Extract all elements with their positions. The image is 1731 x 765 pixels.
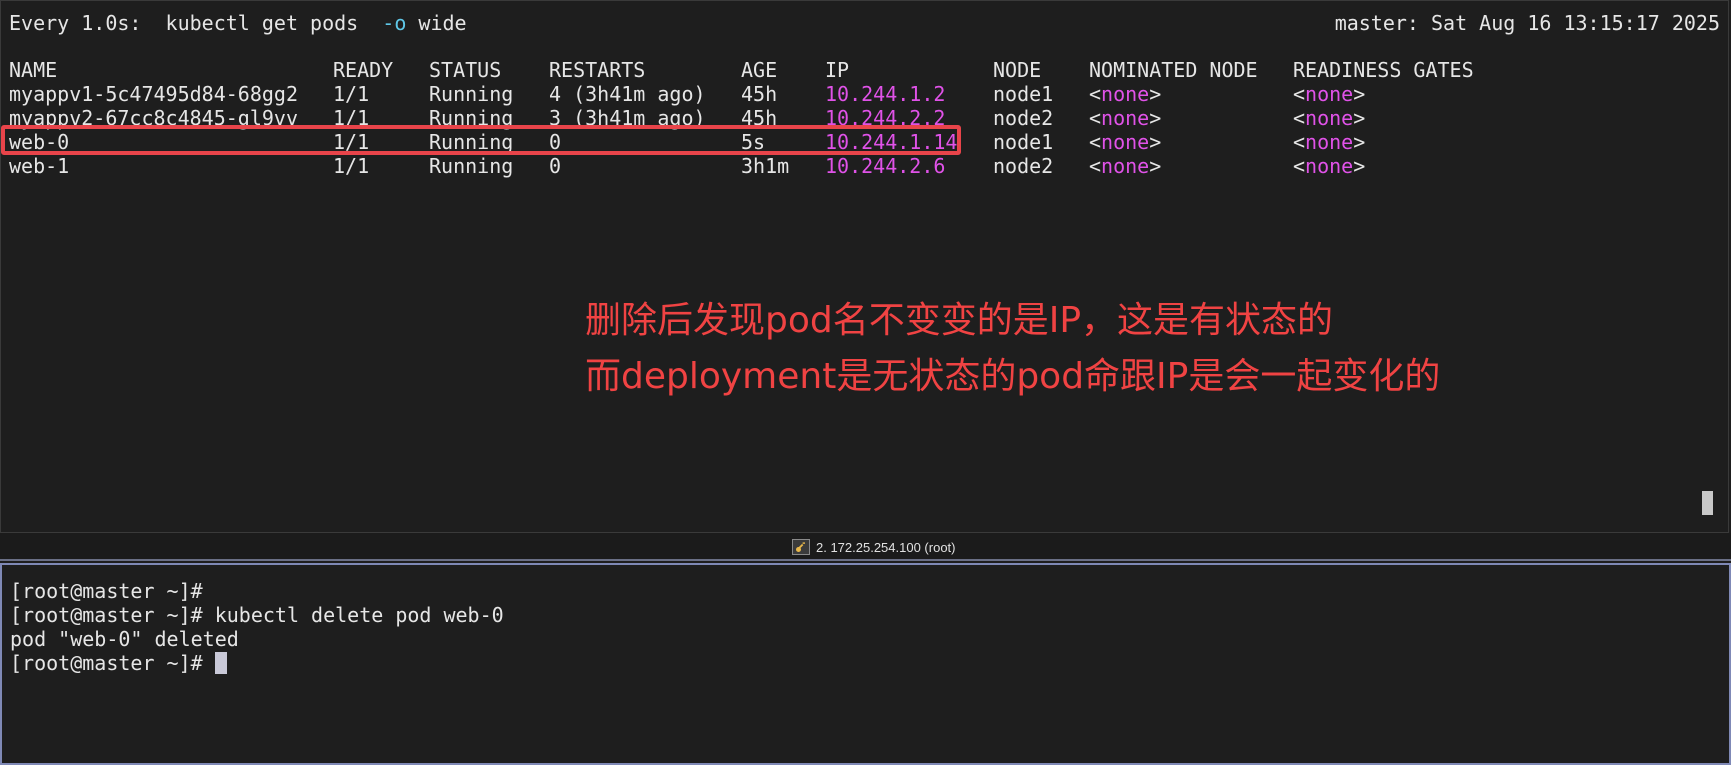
column-header-node: NODE bbox=[993, 58, 1042, 82]
shell-output: pod "web-0" deleted bbox=[10, 627, 239, 651]
session-label: 2. 172.25.254.100 (root) bbox=[816, 539, 956, 555]
shell-prompt: [root@master ~]# bbox=[10, 603, 203, 627]
watch-header: Every 1.0s: kubectl get pods -o wide bbox=[9, 11, 467, 35]
none-value: none bbox=[1101, 82, 1150, 106]
column-header-ready: READY bbox=[333, 58, 394, 82]
shell-command bbox=[203, 651, 215, 675]
none-value: none bbox=[1305, 130, 1354, 154]
shell-prompt: [root@master ~]# bbox=[10, 651, 203, 675]
cell-node: node2 bbox=[993, 106, 1054, 130]
column-header-nominated-node: NOMINATED NODE bbox=[1089, 58, 1258, 82]
none-value: none bbox=[1101, 130, 1150, 154]
shell-prompt: [root@master ~]# bbox=[10, 579, 203, 603]
watch-pane[interactable]: Every 1.0s: kubectl get pods -o wide mas… bbox=[0, 0, 1729, 533]
cell-readiness-gates: <none> bbox=[1293, 82, 1366, 106]
none-value: none bbox=[1101, 154, 1150, 178]
cell-readiness-gates: <none> bbox=[1293, 130, 1366, 154]
column-header-readiness-gates: READINESS GATES bbox=[1293, 58, 1474, 82]
shell-line: [root@master ~]# bbox=[10, 579, 203, 603]
cell-restarts: 4 (3h41m ago) bbox=[549, 82, 706, 106]
cell-readiness-gates: <none> bbox=[1293, 106, 1366, 130]
watch-host-time: master: Sat Aug 16 13:15:17 2025 bbox=[1334, 11, 1720, 35]
shell-command: kubectl delete pod web-0 bbox=[202, 603, 504, 627]
text-cursor[interactable] bbox=[214, 652, 227, 674]
cell-name: myappv1-5c47495d84-68gg2 bbox=[9, 82, 298, 106]
table-row: web-1 1/1 Running 0 3h1m 10.244.2.6 node2 <none… bbox=[9, 154, 1709, 178]
table-row: myappv1-5c47495d84-68gg2 1/1 Running 4 (3h4… bbox=[9, 82, 1709, 106]
highlight-box bbox=[1, 125, 961, 155]
cell-ip: 10.244.2.6 bbox=[825, 154, 946, 178]
column-header-status: STATUS bbox=[429, 58, 502, 82]
cell-node: node2 bbox=[993, 154, 1054, 178]
cell-restarts: 0 bbox=[549, 154, 562, 178]
cell-ready: 1/1 bbox=[333, 82, 370, 106]
column-header-age: AGE bbox=[741, 58, 778, 82]
cell-nominated-node: <none> bbox=[1089, 130, 1162, 154]
cell-age: 3h1m bbox=[741, 154, 790, 178]
watch-command-suffix: wide bbox=[406, 11, 467, 35]
cell-nominated-node: <none> bbox=[1089, 154, 1162, 178]
scrollbar-thumb[interactable] bbox=[1702, 491, 1713, 515]
session-indicator[interactable]: 2. 172.25.254.100 (root) bbox=[792, 537, 956, 557]
cell-age: 45h bbox=[741, 82, 778, 106]
watch-flag: -o bbox=[382, 11, 407, 35]
column-header-restarts: RESTARTS bbox=[549, 58, 646, 82]
cell-nominated-node: <none> bbox=[1089, 82, 1162, 106]
table-header-row: NAME READY STATUS RESTARTS AGE IP NODE N… bbox=[9, 58, 1709, 82]
shell-output-line: pod "web-0" deleted bbox=[10, 627, 239, 651]
annotation-line-2: 而deployment是无状态的pod命跟IP是会一起变化的 bbox=[585, 356, 1441, 397]
none-value: none bbox=[1305, 106, 1354, 130]
column-header-ip: IP bbox=[825, 58, 850, 82]
cell-name: web-1 bbox=[9, 154, 70, 178]
annotation-line-1: 删除后发现pod名不变变的是IP，这是有状态的 bbox=[585, 300, 1334, 341]
watch-command: Every 1.0s: kubectl get pods bbox=[9, 11, 383, 35]
cell-nominated-node: <none> bbox=[1089, 106, 1162, 130]
none-value: none bbox=[1305, 154, 1354, 178]
cell-node: node1 bbox=[993, 82, 1054, 106]
annotation-note: 删除后发现pod名不变变的是IP，这是有状态的 而deployment是无状态的… bbox=[585, 293, 1440, 405]
cell-node: node1 bbox=[993, 130, 1054, 154]
cell-readiness-gates: <none> bbox=[1293, 154, 1366, 178]
key-icon bbox=[792, 539, 810, 555]
none-value: none bbox=[1101, 106, 1150, 130]
column-header-name: NAME bbox=[9, 58, 58, 82]
pane-status-bar: 2. 172.25.254.100 (root) bbox=[0, 533, 1731, 561]
cell-ip: 10.244.1.2 bbox=[825, 82, 946, 106]
cell-ready: 1/1 bbox=[333, 154, 370, 178]
shell-line: [root@master ~]# bbox=[10, 651, 227, 675]
none-value: none bbox=[1305, 82, 1354, 106]
shell-pane[interactable]: [root@master ~]# [root@master ~]# kubect… bbox=[0, 563, 1731, 765]
cell-status: Running bbox=[429, 154, 514, 178]
shell-line: [root@master ~]# kubectl delete pod web-… bbox=[10, 603, 504, 627]
cell-status: Running bbox=[429, 82, 514, 106]
